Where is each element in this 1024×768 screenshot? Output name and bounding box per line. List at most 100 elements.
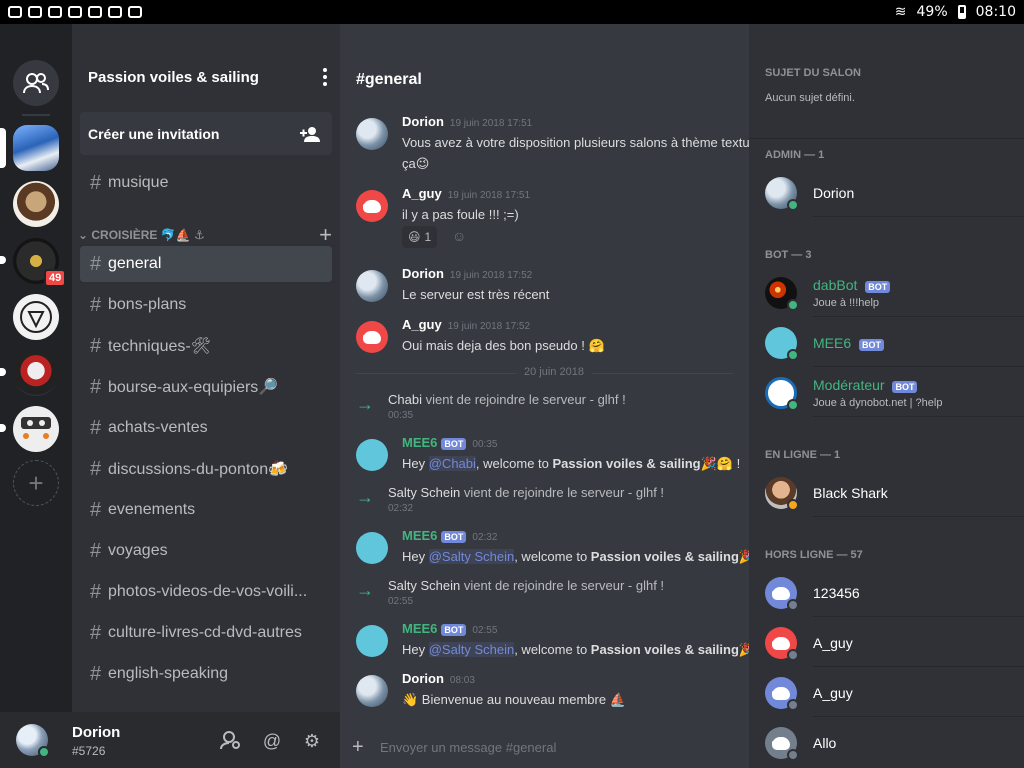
message-author[interactable]: A_guy <box>402 186 442 201</box>
message-text: il y a pas foule !!! ;=) <box>402 207 519 222</box>
server-icon[interactable] <box>13 294 59 340</box>
mentions-icon[interactable]: @ <box>261 730 283 752</box>
add-server-button[interactable]: + <box>13 460 59 506</box>
divider <box>813 216 1024 217</box>
server-icon-passion-voiles[interactable] <box>13 125 59 171</box>
youtube-icon <box>8 6 22 18</box>
message-author[interactable]: Dorion <box>402 671 444 686</box>
channel-english-speaking[interactable]: # english-speaking <box>80 656 332 692</box>
avatar[interactable] <box>356 118 388 150</box>
create-invite-button[interactable]: Créer une invitation <box>80 112 332 155</box>
member-item[interactable]: Allo <box>765 723 1024 767</box>
discord-logo-icon <box>772 686 790 700</box>
bot-badge: BOT <box>865 281 891 293</box>
join-arrow-icon: → <box>356 394 374 414</box>
bot-badge: BOT <box>892 381 918 393</box>
user-mention[interactable]: @Salty Schein <box>428 549 515 564</box>
online-status-icon <box>787 299 799 311</box>
server-name-bold: Passion voiles & sailing <box>552 456 701 471</box>
member-list: SUJET DU SALON Aucun sujet défini. ADMIN… <box>749 24 1024 768</box>
member-item[interactable]: Black Shark <box>765 473 1024 517</box>
channel-techniques[interactable]: # techniques-🛠 <box>80 328 332 364</box>
divider <box>813 316 1024 317</box>
message-composer[interactable]: + Envoyer un message #general <box>340 728 749 768</box>
message-author[interactable]: MEE6 <box>402 435 437 450</box>
avatar[interactable] <box>356 625 388 657</box>
avatar[interactable] <box>356 270 388 302</box>
member-item[interactable]: Modérateur BOT Joue à dynobot.net | ?hel… <box>765 373 1024 417</box>
text-part: 🎉🤗 ! <box>700 456 741 471</box>
avatar[interactable] <box>356 321 388 353</box>
member-item[interactable]: 123456 <box>765 573 1024 617</box>
member-name: MEE6 BOT <box>813 335 885 351</box>
message-author[interactable]: Dorion <box>402 114 444 129</box>
server-icon[interactable] <box>13 181 59 227</box>
category-label: ⌄ CROISIÈRE 🐬⛵ ⚓ <box>78 228 205 242</box>
member-item[interactable]: A_guy <box>765 673 1024 717</box>
member-item[interactable]: A_guy <box>765 623 1024 667</box>
text-channel-icon: # <box>90 580 102 603</box>
text-channel-icon: # <box>90 662 102 685</box>
grinning-face-icon: 😃 <box>408 230 421 244</box>
direct-messages-home-button[interactable] <box>13 60 59 106</box>
channel-topic-title: SUJET DU SALON <box>765 67 861 79</box>
message-author[interactable]: MEE6 <box>402 528 437 543</box>
member-item[interactable]: Dorion <box>765 173 1024 217</box>
role-header-bot: BOT — 3 <box>765 249 812 261</box>
message-author[interactable]: Dorion <box>402 266 444 281</box>
reaction-count: 1 <box>424 230 432 244</box>
joined-user-name[interactable]: Chabi <box>388 392 422 407</box>
date-divider-label: 20 juin 2018 <box>516 366 592 378</box>
channel-evenements[interactable]: # evenements <box>80 492 332 528</box>
channel-culture[interactable]: # culture-livres-cd-dvd-autres <box>80 615 332 651</box>
server-header[interactable]: Passion voiles & sailing <box>88 68 328 86</box>
divider <box>813 666 1024 667</box>
joined-user-name[interactable]: Salty Schein <box>388 485 460 500</box>
message-input[interactable]: Envoyer un message #general <box>380 740 556 755</box>
add-reaction-icon[interactable]: ☺ <box>452 228 466 244</box>
search-user-icon[interactable] <box>220 730 242 752</box>
reaction[interactable]: 😃 1 <box>402 226 438 248</box>
avatar[interactable] <box>356 532 388 564</box>
channel-bourse-aux-equipiers[interactable]: # bourse-aux-equipiers🔎 <box>80 369 332 405</box>
member-name: Black Shark <box>813 485 888 501</box>
channel-photos-videos[interactable]: # photos-videos-de-vos-voili... <box>80 574 332 610</box>
member-name: Modérateur BOT <box>813 377 918 393</box>
message-author[interactable]: A_guy <box>402 317 442 332</box>
channel-name: general <box>108 255 162 272</box>
avatar[interactable] <box>356 190 388 222</box>
member-name: dabBot BOT <box>813 277 891 293</box>
unread-indicator <box>0 368 6 376</box>
role-header-offline: HORS LIGNE — 57 <box>765 549 863 561</box>
message-timestamp: 00:35 <box>388 410 414 421</box>
avatar[interactable] <box>356 675 388 707</box>
joined-user-name[interactable]: Salty Schein <box>388 578 460 593</box>
settings-gear-icon[interactable]: ⚙ <box>301 730 323 752</box>
channel-discussions-du-ponton[interactable]: # discussions-du-ponton🍻 <box>80 451 332 487</box>
server-menu-icon[interactable] <box>322 68 328 86</box>
channel-musique[interactable]: # musique <box>80 165 332 201</box>
avatar[interactable] <box>356 439 388 471</box>
message-timestamp: 19 juin 2018 17:51 <box>447 190 531 201</box>
member-item[interactable]: MEE6 BOT <box>765 323 1024 367</box>
channel-achats-ventes[interactable]: # achats-ventes <box>80 410 332 446</box>
battery-percent: 49% <box>916 4 948 20</box>
server-icon[interactable] <box>13 406 59 452</box>
add-channel-icon[interactable]: + <box>319 222 332 248</box>
text-part: 🎉 <box>738 549 749 564</box>
message-timestamp: 00:35 <box>472 439 498 450</box>
online-status-icon <box>787 199 799 211</box>
category-croisiere[interactable]: ⌄ CROISIÈRE 🐬⛵ ⚓ + <box>78 222 332 248</box>
user-mention[interactable]: @Salty Schein <box>428 642 515 657</box>
attach-plus-icon[interactable]: + <box>352 736 364 759</box>
channel-general[interactable]: # general <box>80 246 332 282</box>
channel-name: bourse-aux-equipiers🔎 <box>108 379 279 396</box>
text-channel-icon: # <box>90 416 102 439</box>
channel-bons-plans[interactable]: # bons-plans <box>80 287 332 323</box>
member-item[interactable]: dabBot BOT Joue à !!!help <box>765 273 1024 317</box>
channel-voyages[interactable]: # voyages <box>80 533 332 569</box>
server-icon[interactable] <box>13 350 59 396</box>
text-channel-icon: # <box>90 252 102 275</box>
user-mention[interactable]: @Chabi <box>428 456 476 471</box>
message-author[interactable]: MEE6 <box>402 621 437 636</box>
